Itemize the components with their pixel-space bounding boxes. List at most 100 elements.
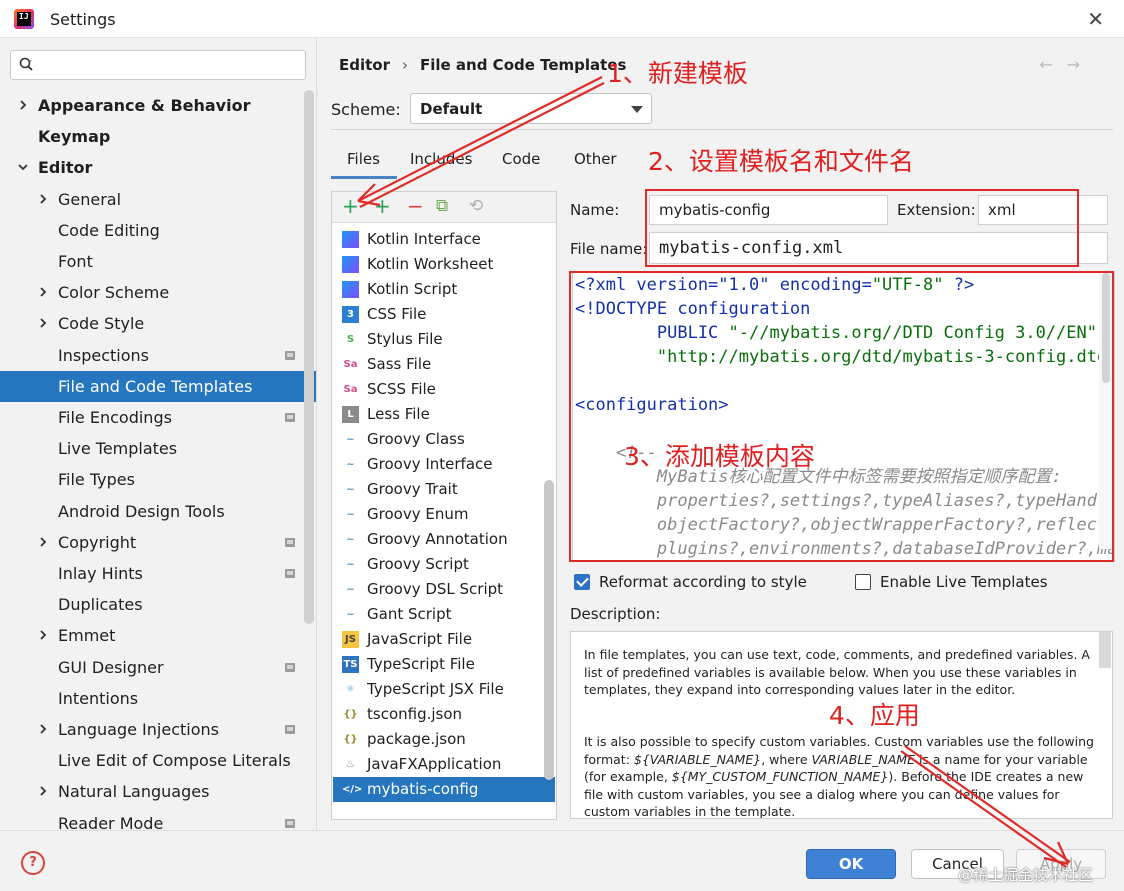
chevron-right-icon[interactable] bbox=[17, 99, 29, 111]
chevron-right-icon[interactable] bbox=[37, 785, 49, 797]
sidebar-item[interactable]: Natural Languages bbox=[0, 776, 316, 807]
sidebar-item[interactable]: Inlay Hints bbox=[0, 558, 316, 589]
template-list-item[interactable]: L Less File bbox=[333, 402, 555, 427]
template-list-item[interactable]: ~ Groovy Class bbox=[333, 427, 555, 452]
tab-code[interactable]: Code bbox=[502, 150, 540, 168]
chevron-right-icon[interactable] bbox=[37, 536, 49, 548]
sidebar-item[interactable]: File Encodings bbox=[0, 402, 316, 433]
chevron-right-icon[interactable] bbox=[37, 193, 49, 205]
template-list-item[interactable]: Sa Sass File bbox=[333, 352, 555, 377]
sidebar-item[interactable]: General bbox=[0, 184, 316, 215]
groovy-icon: ~ bbox=[346, 509, 355, 520]
kotlin-icon bbox=[342, 231, 359, 248]
template-list-item[interactable]: ♨ JavaFXApplication bbox=[333, 752, 555, 777]
sidebar-item[interactable]: Code Style bbox=[0, 308, 316, 339]
sidebar-item-label: Code Editing bbox=[58, 220, 160, 240]
list-scrollbar[interactable] bbox=[544, 480, 554, 780]
tab-files[interactable]: Files bbox=[347, 150, 380, 168]
sidebar-item[interactable]: File Types bbox=[0, 464, 316, 495]
template-list-item[interactable]: </> mybatis-config bbox=[333, 777, 555, 802]
template-list-item[interactable]: ~ Groovy Enum bbox=[333, 502, 555, 527]
template-list-item[interactable]: 3 CSS File bbox=[333, 302, 555, 327]
sidebar-item[interactable]: Inspections bbox=[0, 340, 316, 371]
chevron-right-icon[interactable] bbox=[37, 629, 49, 641]
template-list-item[interactable]: S Stylus File bbox=[333, 327, 555, 352]
sidebar-item[interactable]: GUI Designer bbox=[0, 652, 316, 683]
description-scrollbar[interactable] bbox=[1099, 632, 1111, 668]
sidebar-item[interactable]: Live Templates bbox=[0, 433, 316, 464]
reformat-checkbox[interactable] bbox=[574, 574, 590, 590]
reset-template-icon[interactable]: ⟲ bbox=[469, 195, 483, 217]
chevron-right-icon[interactable] bbox=[37, 317, 49, 329]
remove-template-icon[interactable]: − bbox=[407, 195, 424, 217]
sidebar-item[interactable]: Language Injections bbox=[0, 714, 316, 745]
scheme-dropdown[interactable]: Default bbox=[410, 93, 652, 124]
sidebar-item[interactable]: Copyright bbox=[0, 527, 316, 558]
stylus-icon: S bbox=[346, 334, 355, 345]
sidebar-item[interactable]: Live Edit of Compose Literals bbox=[0, 745, 316, 776]
annotation-step1: 1、新建模板 bbox=[607, 59, 748, 88]
template-list-item[interactable]: Kotlin Worksheet bbox=[333, 252, 555, 277]
chevron-right-icon[interactable] bbox=[37, 286, 49, 298]
sidebar-item[interactable]: Duplicates bbox=[0, 589, 316, 620]
watermark: @稀土掘金技术社区 bbox=[958, 866, 1094, 884]
template-list-item[interactable]: ~ Groovy Trait bbox=[333, 477, 555, 502]
sidebar-item[interactable]: Editor bbox=[0, 152, 316, 183]
filename-label: File name: bbox=[570, 240, 648, 258]
sidebar-item[interactable]: File and Code Templates bbox=[0, 370, 316, 402]
sidebar-item[interactable]: Intentions bbox=[0, 683, 316, 714]
sidebar-item[interactable]: Android Design Tools bbox=[0, 496, 316, 527]
ok-button[interactable]: OK bbox=[806, 849, 896, 879]
template-list-item[interactable]: ~ Groovy Script bbox=[333, 552, 555, 577]
sidebar-item[interactable]: Keymap bbox=[0, 121, 316, 152]
template-list-item[interactable]: {} package.json bbox=[333, 727, 555, 752]
add-template-icon[interactable]: + bbox=[342, 195, 359, 217]
sass-icon: Sa bbox=[343, 359, 358, 370]
live-templates-label[interactable]: Enable Live Templates bbox=[880, 573, 1048, 591]
sidebar-item-label: Code Style bbox=[58, 314, 145, 334]
sidebar-scrollbar[interactable] bbox=[304, 90, 314, 624]
search-input[interactable] bbox=[10, 50, 306, 80]
template-list-item[interactable]: Kotlin Script bbox=[333, 277, 555, 302]
template-list-item[interactable]: ~ Groovy Annotation bbox=[333, 527, 555, 552]
sidebar-item[interactable]: Color Scheme bbox=[0, 277, 316, 308]
search-icon bbox=[19, 57, 33, 71]
sidebar-item[interactable]: Font bbox=[0, 246, 316, 277]
close-icon[interactable]: ✕ bbox=[1087, 7, 1104, 31]
back-arrow-icon[interactable]: ← bbox=[1039, 55, 1066, 74]
template-item-label: Kotlin Script bbox=[367, 280, 458, 298]
template-list-item[interactable]: ~ Gant Script bbox=[333, 602, 555, 627]
project-scope-icon bbox=[285, 818, 295, 828]
sidebar-item-label: Color Scheme bbox=[58, 283, 170, 303]
sidebar-item-label: Emmet bbox=[58, 626, 116, 646]
add-child-template-icon[interactable]: + bbox=[374, 195, 391, 217]
sidebar-item-label: Editor bbox=[38, 158, 93, 178]
forward-arrow-icon[interactable]: → bbox=[1067, 55, 1094, 74]
template-list-item[interactable]: JS JavaScript File bbox=[333, 627, 555, 652]
annotation-step3: 3、添加模板内容 bbox=[624, 442, 815, 471]
chevron-right-icon[interactable] bbox=[37, 723, 49, 735]
template-list-item[interactable]: ~ Groovy DSL Script bbox=[333, 577, 555, 602]
sidebar-item[interactable]: Code Editing bbox=[0, 215, 316, 246]
tab-includes[interactable]: Includes bbox=[410, 150, 472, 168]
sidebar-item-label: Duplicates bbox=[58, 595, 143, 615]
sidebar-item-label: Live Edit of Compose Literals bbox=[58, 751, 291, 771]
template-list-item[interactable]: TS TypeScript File bbox=[333, 652, 555, 677]
template-list-item[interactable]: Kotlin Interface bbox=[333, 227, 555, 252]
chevron-down-icon[interactable] bbox=[17, 161, 29, 173]
help-icon[interactable]: ? bbox=[21, 851, 45, 875]
template-list-item[interactable]: {} tsconfig.json bbox=[333, 702, 555, 727]
window-title: Settings bbox=[50, 10, 116, 29]
scheme-label: Scheme: bbox=[331, 100, 401, 119]
template-list-item[interactable]: ~ Groovy Interface bbox=[333, 452, 555, 477]
template-list-item[interactable]: Sa SCSS File bbox=[333, 377, 555, 402]
sidebar-item[interactable]: Appearance & Behavior bbox=[0, 90, 316, 121]
tab-other[interactable]: Other bbox=[574, 150, 617, 168]
template-list-item[interactable]: ⚛ TypeScript JSX File bbox=[333, 677, 555, 702]
copy-template-icon[interactable]: ⧉ bbox=[436, 195, 448, 217]
kotlin-icon bbox=[342, 281, 359, 298]
live-templates-checkbox[interactable] bbox=[855, 574, 871, 590]
reformat-label[interactable]: Reformat according to style bbox=[599, 573, 807, 591]
sidebar-item[interactable]: Emmet bbox=[0, 620, 316, 651]
breadcrumb-parent[interactable]: Editor bbox=[339, 56, 390, 74]
